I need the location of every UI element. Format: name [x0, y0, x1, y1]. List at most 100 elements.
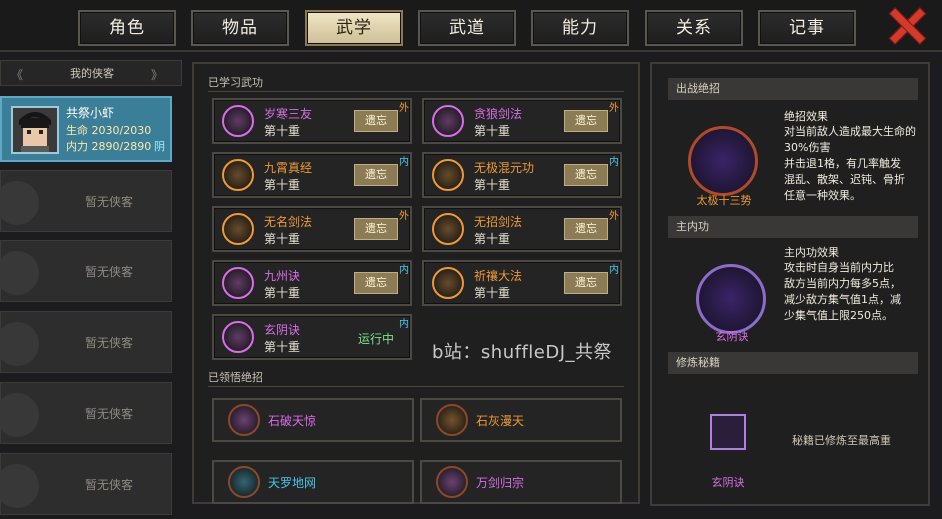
skills-panel: 已学习武功 岁寒三友 第十重 遗忘外贪狼剑法 第十重 遗忘外九霄真经 第十重 遗忘内无极混元… [192, 62, 640, 504]
tab-bar: 角色 物品 武学 武道 能力 关系 记事 [0, 0, 942, 52]
empty-party-slot[interactable]: 暂无侠客 [0, 453, 172, 515]
skill-name: 玄阴诀 [264, 323, 301, 337]
skill-icon [432, 213, 464, 245]
ultimate-name: 万剑归宗 [476, 476, 525, 490]
main-inner-skill-name: 玄阴诀 [715, 330, 749, 343]
tab-character[interactable]: 角色 [78, 10, 176, 46]
empty-slot-icon [0, 393, 39, 437]
inner-effect-text: 攻击时自身当前内力比 敌方当前内力每多5点， 减少敌方集气值1点，减 少集气值上限25… [784, 261, 901, 322]
skill-type: 外 [399, 103, 409, 114]
skill-card[interactable]: 贪狼剑法第十重 遗忘外 [422, 98, 622, 144]
skill-name: 岁寒三友 [264, 107, 313, 121]
ultimate-effect-title: 绝招效果 [784, 110, 828, 123]
party-header: 《 我的侠客 》 [0, 60, 182, 86]
forget-button[interactable]: 遗忘 [564, 218, 608, 240]
skill-type: 外 [609, 211, 619, 222]
manual-header: 修炼秘籍 [668, 352, 918, 374]
empty-party-slot[interactable]: 暂无侠客 [0, 170, 172, 232]
skill-name: 无招剑法 [474, 215, 523, 229]
skill-card[interactable]: 祈禳大法第十重 遗忘内 [422, 260, 622, 306]
taiji-ultimate-icon[interactable] [688, 126, 758, 196]
forget-button[interactable]: 遗忘 [564, 110, 608, 132]
equipped-panel: 出战绝招 太极十三势 绝招效果 对当前敌人造成最大生命的 30%伤害 并击退1格，有… [650, 62, 930, 506]
forget-button[interactable]: 遗忘 [564, 164, 608, 186]
empty-slot-label: 暂无侠客 [85, 407, 134, 421]
skill-card[interactable]: 九州诀 第十重 遗忘内 [212, 260, 412, 306]
skill-icon [222, 267, 254, 299]
equipped-ultimate-name: 太极十三势 [696, 194, 752, 207]
ultimate-card[interactable]: 石破天惊 [212, 398, 414, 442]
forget-button[interactable]: 遗忘 [354, 218, 398, 240]
empty-slot-icon [0, 464, 39, 508]
skill-icon [222, 105, 254, 137]
tab-relations[interactable]: 关系 [645, 10, 743, 46]
chevron-left-icon[interactable]: 《 [11, 66, 23, 83]
skill-card[interactable]: 玄阴诀 第十重 运行中内 [212, 314, 412, 360]
skill-type: 内 [609, 157, 619, 168]
skill-card[interactable]: 无名剑法 第十重 遗忘外 [212, 206, 412, 252]
ultimate-name: 石破天惊 [268, 414, 317, 428]
forget-button[interactable]: 遗忘 [354, 110, 398, 132]
empty-party-slot[interactable]: 暂无侠客 [0, 311, 172, 373]
skill-card[interactable]: 九霄真经 第十重 遗忘内 [212, 152, 412, 198]
ultimate-icon [228, 466, 260, 498]
hero-alignment: 阴 [154, 140, 165, 153]
skill-icon [222, 321, 254, 353]
skill-type: 外 [609, 103, 619, 114]
party-header-label: 我的侠客 [70, 67, 114, 80]
skill-icon [432, 159, 464, 191]
skill-type: 内 [609, 265, 619, 276]
empty-slot-icon [0, 181, 39, 225]
skill-level: 第十重 [264, 340, 301, 354]
tab-items[interactable]: 物品 [191, 10, 289, 46]
divider [208, 386, 624, 387]
skill-card[interactable]: 无招剑法第十重 遗忘外 [422, 206, 622, 252]
avatar [11, 106, 59, 154]
skill-level: 第十重 [474, 286, 511, 300]
main-inner-skill-header: 主内功 [668, 216, 918, 238]
tab-martial-arts[interactable]: 武学 [305, 10, 403, 46]
skill-name: 无名剑法 [264, 215, 313, 229]
empty-slot-icon [0, 322, 39, 366]
skill-type: 外 [399, 211, 409, 222]
xuanyin-skill-icon[interactable] [696, 264, 766, 334]
ultimate-card[interactable]: 天罗地网 [212, 460, 414, 504]
skill-level: 第十重 [264, 124, 301, 138]
skill-name: 贪狼剑法 [474, 107, 523, 121]
manual-name: 玄阴诀 [711, 476, 745, 489]
empty-party-slot[interactable]: 暂无侠客 [0, 382, 172, 444]
skill-icon [432, 105, 464, 137]
forget-button[interactable]: 遗忘 [354, 164, 398, 186]
ultimate-name: 石灰漫天 [476, 414, 525, 428]
skill-name: 无极混元功 [474, 161, 535, 175]
ultimate-card[interactable]: 万剑归宗 [420, 460, 622, 504]
tab-journal[interactable]: 记事 [758, 10, 856, 46]
hero-name: 共祭小虾 [66, 106, 115, 120]
skill-icon [222, 159, 254, 191]
skill-type: 内 [399, 319, 409, 330]
skill-level: 第十重 [474, 232, 511, 246]
skill-type: 内 [399, 265, 409, 276]
ultimate-icon [436, 466, 468, 498]
skill-name: 祈禳大法 [474, 269, 523, 283]
forget-button[interactable]: 遗忘 [354, 272, 398, 294]
skill-card[interactable]: 岁寒三友第十重 遗忘外 [212, 98, 412, 144]
ultimates-header: 已领悟绝招 [208, 371, 263, 384]
skill-card[interactable]: 无极混元功第十重 遗忘内 [422, 152, 622, 198]
equipped-ultimate-header: 出战绝招 [668, 78, 918, 100]
forget-button[interactable]: 遗忘 [564, 272, 608, 294]
empty-slot-label: 暂无侠客 [85, 336, 134, 350]
skill-level: 第十重 [474, 124, 511, 138]
chevron-right-icon[interactable]: 》 [151, 66, 163, 83]
hero-mp: 内力 2890/2890 [66, 140, 152, 153]
ultimate-card[interactable]: 石灰漫天 [420, 398, 622, 442]
book-icon[interactable] [710, 414, 746, 450]
divider [208, 91, 624, 92]
hero-card[interactable]: 共祭小虾 生命 2030/2030 内力 2890/2890 阴 [0, 96, 172, 162]
close-icon[interactable] [888, 6, 924, 42]
empty-party-slot[interactable]: 暂无侠客 [0, 240, 172, 302]
tab-martial-way[interactable]: 武道 [418, 10, 516, 46]
skill-level: 第十重 [474, 178, 511, 192]
ultimate-effect-text: 对当前敌人造成最大生命的 30%伤害 并击退1格，有几率触发 混乱、散架、迟钝、骨折任… [784, 125, 916, 202]
tab-abilities[interactable]: 能力 [531, 10, 629, 46]
